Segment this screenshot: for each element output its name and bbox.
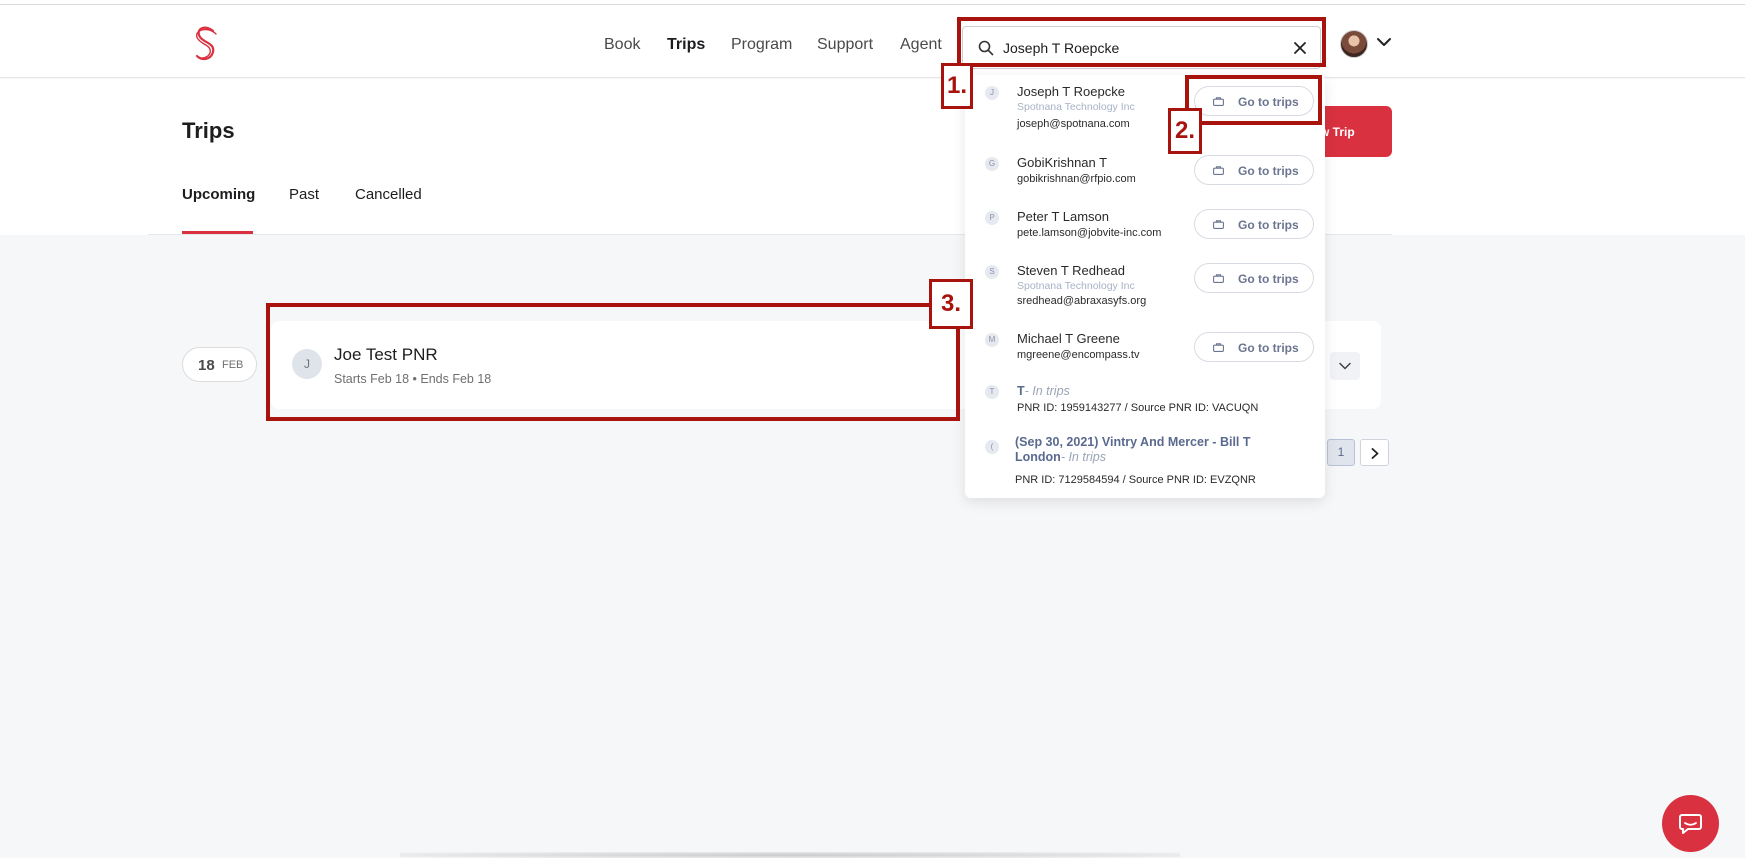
result-initial: M — [985, 333, 999, 347]
tab-upcoming[interactable]: Upcoming — [182, 186, 255, 203]
result-trip-title: T- In trips — [1017, 384, 1070, 398]
result-trip-title-text: (Sep 30, 2021) Vintry And Mercer - Bill … — [1015, 435, 1251, 464]
go-to-trips-button[interactable]: Go to trips — [1194, 263, 1314, 293]
result-trip[interactable]: T T- In trips PNR ID: 1959143277 / Sourc… — [965, 384, 1325, 425]
result-trip-title-text: T — [1017, 384, 1025, 398]
result-email: mgreene@encompass.tv — [1017, 349, 1140, 361]
result-email: gobikrishnan@rfpio.com — [1017, 173, 1136, 185]
go-to-trips-label: Go to trips — [1238, 341, 1299, 355]
go-to-trips-label: Go to trips — [1238, 164, 1299, 178]
search-icon — [978, 40, 994, 56]
trip-dates: Starts Feb 18 • Ends Feb 18 — [334, 372, 492, 386]
go-to-trips-button[interactable]: Go to trips — [1194, 209, 1314, 239]
result-company: Spotnana Technology Inc — [1017, 280, 1135, 292]
go-to-trips-label: Go to trips — [1238, 218, 1299, 232]
result-initial: J — [985, 86, 999, 100]
search-results-dropdown: J Joseph T Roepcke Spotnana Technology I… — [965, 75, 1325, 498]
trip-month: FEB — [222, 359, 244, 371]
trip-date-badge: 18 FEB — [182, 347, 257, 382]
clear-search-icon[interactable] — [1290, 38, 1310, 58]
result-user[interactable]: G GobiKrishnan T gobikrishnan@rfpio.com … — [965, 152, 1325, 202]
trip-avatar: J — [292, 349, 322, 379]
result-user[interactable]: S Steven T Redhead Spotnana Technology I… — [965, 260, 1325, 324]
result-name: Steven T Redhead — [1017, 263, 1125, 278]
result-email: pete.lamson@jobvite-inc.com — [1017, 227, 1162, 239]
tab-past[interactable]: Past — [289, 186, 319, 203]
user-avatar[interactable] — [1340, 30, 1368, 58]
result-trip-suffix: - In trips — [1024, 384, 1070, 398]
result-user[interactable]: P Peter T Lamson pete.lamson@jobvite-inc… — [965, 206, 1325, 256]
nav-agent[interactable]: Agent — [900, 36, 942, 54]
nav-trips[interactable]: Trips — [667, 36, 705, 54]
result-pnr: PNR ID: 1959143277 / Source PNR ID: VACU… — [1017, 402, 1259, 414]
chat-icon — [1679, 814, 1702, 834]
go-to-trips-button[interactable]: Go to trips — [1194, 155, 1314, 185]
tab-cancelled[interactable]: Cancelled — [355, 186, 422, 203]
chevron-right-icon — [1371, 448, 1379, 459]
go-to-trips-label: Go to trips — [1238, 272, 1299, 286]
trip-day: 18 — [198, 357, 215, 374]
result-company: Spotnana Technology Inc — [1017, 101, 1135, 113]
page-title: Trips — [182, 118, 235, 143]
result-name: GobiKrishnan T — [1017, 155, 1108, 170]
briefcase-icon — [1213, 220, 1224, 229]
pagination-page-current[interactable]: 1 — [1327, 439, 1355, 466]
result-name: Michael T Greene — [1017, 331, 1120, 346]
briefcase-icon — [1213, 274, 1224, 283]
trips-page-header — [0, 79, 1745, 235]
go-to-trips-label: Go to trips — [1238, 95, 1299, 109]
result-initial: P — [985, 211, 999, 225]
result-initial: ( — [985, 440, 999, 454]
briefcase-icon — [1213, 166, 1224, 175]
result-name: Peter T Lamson — [1017, 209, 1110, 224]
result-trip-title: (Sep 30, 2021) Vintry And Mercer - Bill … — [1015, 435, 1275, 465]
result-trip[interactable]: ( (Sep 30, 2021) Vintry And Mercer - Bil… — [965, 435, 1325, 495]
chevron-down-icon — [1339, 362, 1351, 370]
go-to-trips-button[interactable]: Go to trips — [1194, 332, 1314, 362]
result-user[interactable]: J Joseph T Roepcke Spotnana Technology I… — [965, 75, 1325, 139]
result-pnr: PNR ID: 7129584594 / Source PNR ID: EVZQ… — [1015, 474, 1256, 486]
pagination-next-button[interactable] — [1360, 439, 1389, 466]
chevron-down-icon[interactable] — [1376, 36, 1392, 48]
bottom-shadow — [400, 852, 1180, 858]
briefcase-icon — [1213, 97, 1224, 106]
nav-program[interactable]: Program — [731, 36, 792, 54]
traveler-search — [962, 26, 1321, 69]
result-name: Joseph T Roepcke — [1017, 84, 1125, 99]
search-input[interactable] — [1003, 37, 1283, 59]
result-initial: S — [985, 265, 999, 279]
trip-name: Joe Test PNR — [334, 345, 438, 364]
result-trip-suffix: - In trips — [1060, 450, 1106, 464]
nav-support[interactable]: Support — [817, 36, 873, 54]
app-header: Book Trips Program Support Agent — [0, 5, 1745, 78]
chat-button[interactable] — [1662, 795, 1719, 852]
result-user[interactable]: M Michael T Greene mgreene@encompass.tv … — [965, 328, 1325, 378]
result-email: joseph@spotnana.com — [1017, 118, 1130, 130]
expand-trip-button[interactable] — [1330, 352, 1360, 380]
briefcase-icon — [1213, 343, 1224, 352]
go-to-trips-button[interactable]: Go to trips — [1194, 86, 1314, 116]
nav-book[interactable]: Book — [604, 36, 640, 54]
result-initial: G — [985, 157, 999, 171]
result-email: sredhead@abraxasyfs.org — [1017, 295, 1147, 307]
spotnana-logo[interactable] — [193, 25, 219, 63]
result-initial: T — [985, 385, 999, 399]
